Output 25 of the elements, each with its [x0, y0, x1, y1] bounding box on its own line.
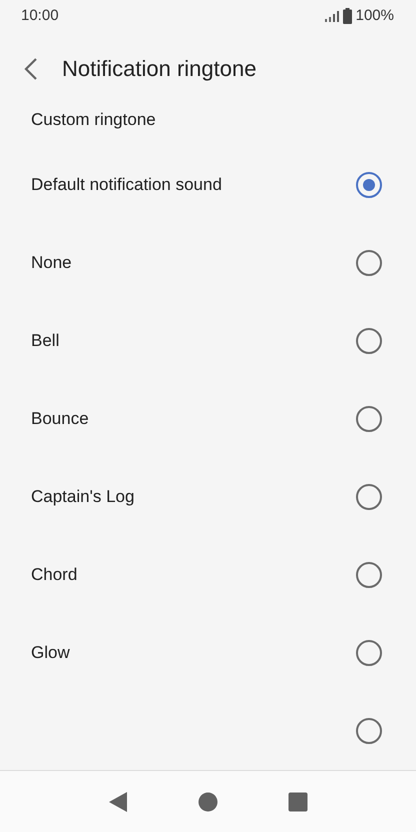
radio-button[interactable]: [356, 250, 382, 276]
radio-button[interactable]: [356, 406, 382, 432]
signal-icon: [324, 10, 339, 22]
page-title: Notification ringtone: [62, 55, 256, 83]
radio-button[interactable]: [356, 484, 382, 510]
radio-button[interactable]: [356, 718, 382, 744]
recent-apps-icon[interactable]: [288, 792, 308, 812]
ringtone-label[interactable]: Captain's Log: [31, 484, 134, 510]
ringtone-label[interactable]: Bell: [31, 328, 60, 354]
radio-button[interactable]: [356, 172, 382, 198]
ringtone-label[interactable]: Default notification sound: [31, 172, 222, 198]
battery-percentage: 100%: [356, 6, 394, 26]
ringtone-label[interactable]: Glow: [31, 640, 70, 666]
clock-time: 10:00: [21, 6, 59, 26]
custom-ringtone-item[interactable]: Custom ringtone: [0, 105, 416, 135]
back-icon[interactable]: [108, 790, 128, 812]
ringtone-label[interactable]: None: [31, 250, 72, 276]
radio-button[interactable]: [356, 328, 382, 354]
ringtone-label[interactable]: Bounce: [31, 406, 89, 432]
home-icon[interactable]: [198, 792, 218, 812]
back-icon[interactable]: [24, 56, 38, 80]
battery-icon: [342, 8, 352, 24]
ringtone-label[interactable]: Chord: [31, 562, 78, 588]
radio-button[interactable]: [356, 640, 382, 666]
radio-button[interactable]: [356, 562, 382, 588]
